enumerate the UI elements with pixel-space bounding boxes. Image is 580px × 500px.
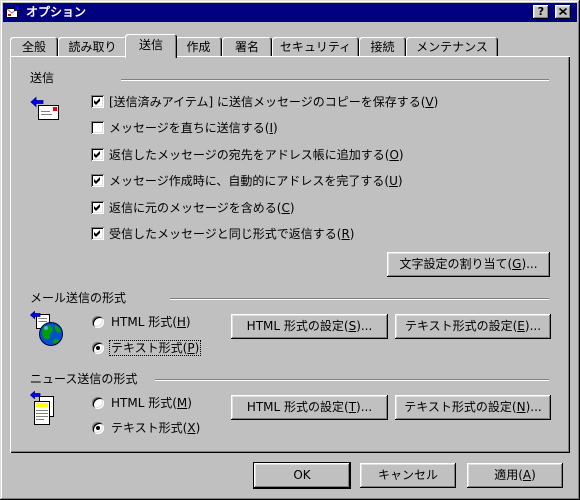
tab-compose[interactable]: 作成 bbox=[175, 37, 222, 58]
tab-signatures[interactable]: 署名 bbox=[222, 37, 272, 58]
window-title: オプション bbox=[26, 5, 87, 19]
mail-format-text-label[interactable]: テキスト形式(P) bbox=[108, 340, 202, 356]
tab-maintenance[interactable]: メンテナンス bbox=[406, 37, 498, 58]
news-format-text-label[interactable]: テキスト形式(X) bbox=[110, 421, 201, 435]
cancel-button[interactable]: キャンセル bbox=[360, 463, 456, 488]
autocomplete-addresses-label[interactable]: メッセージ作成時に、自動的にアドレスを完了する(U) bbox=[109, 174, 403, 188]
tab-connection[interactable]: 接続 bbox=[359, 37, 406, 58]
mail-format-html-label[interactable]: HTML 形式(H) bbox=[110, 315, 192, 329]
apply-button[interactable]: 適用(A) bbox=[467, 463, 563, 488]
title-bar[interactable]: オプション ? bbox=[3, 3, 577, 22]
options-dialog: オプション ? 全般 読み取り 送信 作成 署名 セキュリティ 接続 メンテナン… bbox=[0, 0, 580, 500]
reply-same-format-checkbox[interactable] bbox=[91, 227, 104, 240]
mail-format-html-radio[interactable] bbox=[92, 316, 104, 328]
mail-text-settings-button[interactable]: テキスト形式の設定(E)... bbox=[395, 314, 551, 339]
checkmark-icon bbox=[94, 204, 100, 211]
save-to-sent-items-label[interactable]: [送信済みアイテム] に送信メッセージのコピーを保存する(V) bbox=[109, 95, 438, 109]
mail-format-divider bbox=[170, 298, 549, 300]
close-button[interactable] bbox=[555, 5, 571, 19]
add-reply-recipients-checkbox[interactable] bbox=[91, 148, 104, 161]
news-format-text-option[interactable]: テキスト形式(X) bbox=[92, 421, 222, 435]
send-mail-icon bbox=[30, 96, 60, 125]
include-original-checkbox[interactable] bbox=[91, 201, 104, 214]
checkmark-icon bbox=[94, 98, 100, 105]
news-text-settings-button[interactable]: テキスト形式の設定(N)... bbox=[395, 395, 551, 420]
help-button[interactable]: ? bbox=[533, 5, 549, 19]
option-reply-same-format[interactable]: 受信したメッセージと同じ形式で返信する(R) bbox=[91, 227, 531, 241]
news-article-icon bbox=[29, 390, 56, 430]
news-format-html-label[interactable]: HTML 形式(M) bbox=[110, 396, 193, 410]
option-add-reply-recipients[interactable]: 返信したメッセージの宛先をアドレス帳に追加する(O) bbox=[91, 148, 531, 162]
news-format-text-radio[interactable] bbox=[92, 422, 104, 434]
mail-format-text-radio[interactable] bbox=[92, 342, 104, 354]
news-format-divider bbox=[155, 379, 549, 381]
mail-format-html-option[interactable]: HTML 形式(H) bbox=[92, 315, 222, 329]
news-format-heading: ニュース送信の形式 bbox=[30, 372, 138, 386]
option-autocomplete-addresses[interactable]: メッセージ作成時に、自動的にアドレスを完了する(U) bbox=[91, 174, 531, 188]
news-html-settings-button[interactable]: HTML 形式の設定(T)... bbox=[231, 395, 388, 420]
send-immediately-label[interactable]: メッセージを直ちに送信する(I) bbox=[109, 121, 278, 135]
news-format-html-option[interactable]: HTML 形式(M) bbox=[92, 396, 222, 410]
send-immediately-checkbox[interactable] bbox=[91, 121, 104, 134]
include-original-label[interactable]: 返信に元のメッセージを含める(C) bbox=[109, 201, 295, 215]
add-reply-recipients-label[interactable]: 返信したメッセージの宛先をアドレス帳に追加する(O) bbox=[109, 148, 404, 162]
option-save-to-sent-items[interactable]: [送信済みアイテム] に送信メッセージのコピーを保存する(V) bbox=[91, 95, 531, 109]
news-format-html-radio[interactable] bbox=[92, 397, 104, 409]
checkmark-icon bbox=[94, 151, 100, 158]
autocomplete-addresses-checkbox[interactable] bbox=[91, 174, 104, 187]
send-section-heading: 送信 bbox=[30, 71, 55, 85]
charset-assignment-button[interactable]: 文字設定の割り当て(G)... bbox=[387, 252, 550, 277]
mail-format-text-option[interactable]: テキスト形式(P) bbox=[92, 340, 222, 356]
internet-mail-globe-icon bbox=[29, 310, 64, 350]
close-icon bbox=[559, 8, 567, 15]
mail-html-settings-button[interactable]: HTML 形式の設定(S)... bbox=[231, 314, 388, 339]
tab-general[interactable]: 全般 bbox=[10, 37, 58, 58]
tab-read[interactable]: 読み取り bbox=[58, 37, 127, 58]
checkmark-icon bbox=[94, 177, 100, 184]
mail-options-icon[interactable] bbox=[5, 4, 21, 20]
ok-button[interactable]: OK bbox=[253, 462, 351, 489]
send-tab-panel: 送信 [送信済みアイテム] に送信メッセージのコピーを保存する(V) メッセージ… bbox=[10, 56, 570, 453]
send-section-divider bbox=[121, 79, 549, 81]
reply-same-format-label[interactable]: 受信したメッセージと同じ形式で返信する(R) bbox=[109, 227, 354, 241]
mail-format-heading: メール送信の形式 bbox=[30, 291, 127, 305]
checkmark-icon bbox=[94, 230, 100, 237]
tab-security[interactable]: セキュリティ bbox=[272, 37, 359, 58]
option-send-immediately[interactable]: メッセージを直ちに送信する(I) bbox=[91, 121, 531, 135]
save-to-sent-items-checkbox[interactable] bbox=[91, 95, 104, 108]
option-include-original[interactable]: 返信に元のメッセージを含める(C) bbox=[91, 201, 531, 215]
tab-send[interactable]: 送信 bbox=[125, 34, 177, 58]
